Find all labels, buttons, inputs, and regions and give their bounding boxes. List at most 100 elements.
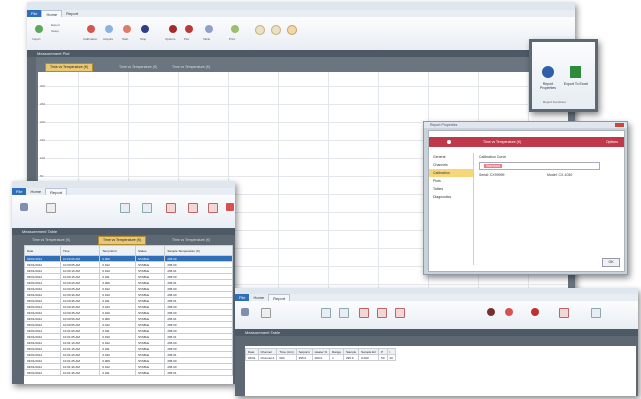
help-icon[interactable] <box>287 25 297 35</box>
paste-icon[interactable] <box>339 308 349 318</box>
calibration-icon[interactable] <box>87 25 95 33</box>
paste-icon[interactable] <box>142 203 152 213</box>
y-tick-label: 300 <box>40 84 46 88</box>
layout-icon[interactable] <box>271 25 281 35</box>
acquire-icon[interactable] <box>105 25 113 33</box>
chart-icon[interactable] <box>188 203 198 213</box>
table-cell: 295.0 <box>342 354 360 361</box>
export-excel-icon[interactable] <box>570 66 581 78</box>
tab-report[interactable]: Report <box>45 188 68 195</box>
doc-tab[interactable]: Time vs Temperature (K) <box>172 64 210 71</box>
record-icon[interactable] <box>505 308 513 316</box>
ribbon-label: Table <box>203 37 211 41</box>
tab-home[interactable]: Home <box>41 10 63 17</box>
print-icon[interactable] <box>395 308 405 318</box>
table-cell: 295.0 <box>295 354 313 361</box>
table-cell: 03/01 <box>245 354 259 361</box>
export-excel-button[interactable]: Export To Excel <box>563 82 589 86</box>
table-row[interactable]: 03/01 Channel A 000 295.0 000.0 1 295.0 … <box>245 354 396 361</box>
window-icon[interactable] <box>255 25 265 35</box>
dialog-header-right: Options <box>605 140 618 144</box>
table-cell: 1 <box>329 354 344 361</box>
import-icon[interactable] <box>35 25 43 33</box>
bottom-ribbon <box>235 301 638 330</box>
ok-button[interactable]: OK <box>602 258 620 267</box>
column-header[interactable]: Time <box>59 245 101 256</box>
bottom-table: Date Channel Time (min) Setpoint Heater … <box>245 348 396 361</box>
doc-tab[interactable]: Time vs Temperature (K) <box>32 237 70 244</box>
plot-icon[interactable] <box>185 25 193 33</box>
column-header[interactable]: Temp Error <box>99 245 136 256</box>
save-icon[interactable] <box>261 308 271 318</box>
data-table: Date Time Temp Error Status Sample Tempe… <box>24 245 233 376</box>
nav-item-general[interactable]: General <box>429 153 473 161</box>
dialog-close-icon[interactable] <box>615 123 624 127</box>
copy-icon[interactable] <box>321 308 331 318</box>
stop-icon[interactable] <box>141 25 149 33</box>
ribbon-label: Print <box>229 37 236 41</box>
dialog-header-title: Time vs Temperature (K) <box>483 140 522 144</box>
print-icon[interactable] <box>208 203 218 213</box>
nav-item-channels[interactable]: Channels <box>429 161 473 169</box>
table-cell: STABLE <box>134 369 166 376</box>
doc-tab-active[interactable]: Time vs Temperature (K) <box>98 236 147 245</box>
report-icon[interactable] <box>20 203 28 211</box>
print-icon[interactable] <box>231 25 239 33</box>
table-cell: 0.011 <box>99 369 136 376</box>
alarm-icon[interactable] <box>531 308 539 316</box>
calibration-combo[interactable]: Standard <box>479 162 600 170</box>
data-side-strip[interactable] <box>12 235 21 384</box>
table-cell: 10:01:35 AM <box>59 369 101 376</box>
export-icon[interactable] <box>226 203 234 211</box>
dialog-body: Time vs Temperature (K) Options General … <box>428 130 625 272</box>
chart-icon[interactable] <box>377 308 387 318</box>
report-properties-icon[interactable] <box>542 66 554 78</box>
tab-file[interactable]: File <box>27 10 42 17</box>
main-panel-title: Measurement Plot <box>27 50 575 57</box>
tab-report[interactable]: Report <box>268 294 291 301</box>
table-cell: 000 <box>276 354 297 361</box>
y-tick-label: 200 <box>40 120 46 124</box>
stop-icon[interactable] <box>487 308 495 316</box>
table-cell: 03/01/2012 <box>24 369 61 376</box>
plot-icon[interactable] <box>166 203 176 213</box>
report-properties-button[interactable]: Report Properties <box>535 82 561 90</box>
table-cell: 0.000 <box>358 354 380 361</box>
serial-label: Serial: CX99999 <box>479 173 505 177</box>
bottom-side-strip[interactable] <box>235 336 244 396</box>
tab-home[interactable]: Home <box>249 294 268 301</box>
tab-file[interactable]: File <box>12 188 27 195</box>
report-functions-popup: Report Properties Export To Excel Report… <box>529 39 598 112</box>
main-ribbon: Import Export Setup Calibration Acquire … <box>27 17 575 51</box>
nav-item-calibration[interactable]: Calibration <box>429 169 473 177</box>
start-icon[interactable] <box>123 25 131 33</box>
ribbon-label: Acquire <box>103 37 114 41</box>
tab-home[interactable]: Home <box>26 188 45 195</box>
save-icon[interactable] <box>46 203 56 213</box>
ribbon-label: Export <box>51 23 60 27</box>
nav-item-tables[interactable]: Tables <box>429 185 473 193</box>
column-header[interactable]: Status <box>134 245 166 256</box>
table-cell: 295.01 <box>164 369 233 376</box>
ribbon-label: Stop <box>140 37 147 41</box>
doc-tab[interactable]: Time vs Temperature (K) <box>172 237 210 244</box>
settings-icon[interactable] <box>559 308 569 318</box>
dialog-title-bar: Report Properties <box>424 122 627 128</box>
column-header[interactable]: Sample Temperature (K) <box>164 245 233 256</box>
doc-tab-active[interactable]: Time vs Temperature (K) <box>45 63 94 72</box>
plot-icon[interactable] <box>359 308 369 318</box>
table-row[interactable]: 03/01/2012 10:01:35 AM 0.011 STABLE 295.01 <box>24 369 233 376</box>
ribbon-label: Options <box>165 37 176 41</box>
column-header[interactable]: Date <box>24 245 61 256</box>
nav-item-diagnostics[interactable]: Diagnostics <box>429 193 473 201</box>
copy-icon[interactable] <box>120 203 130 213</box>
layout-icon[interactable] <box>591 308 601 318</box>
options-icon[interactable] <box>169 25 177 33</box>
table-icon[interactable] <box>205 25 213 33</box>
nav-item-plots[interactable]: Plots <box>429 177 473 185</box>
tab-file[interactable]: File <box>235 294 250 301</box>
ribbon-label: Plot <box>184 37 190 41</box>
doc-tab[interactable]: Time vs Temperature (K) <box>119 64 157 71</box>
tab-report[interactable]: Report <box>62 10 82 17</box>
report-icon[interactable] <box>241 308 249 316</box>
